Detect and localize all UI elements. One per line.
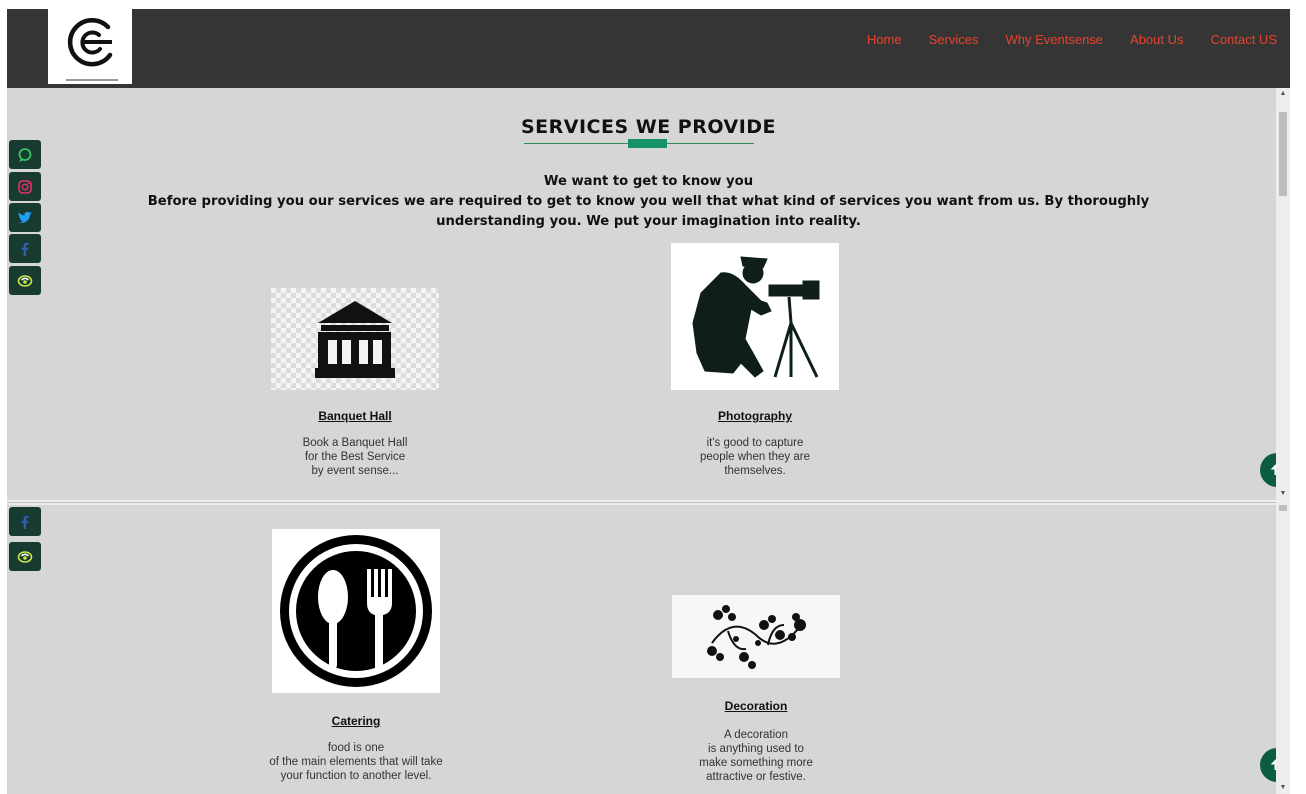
catering-description: food is one of the main elements that wi… xyxy=(269,742,443,782)
eventsense-logo[interactable] xyxy=(48,9,132,84)
whatsapp-button[interactable] xyxy=(9,140,41,169)
instagram-button[interactable] xyxy=(9,172,41,201)
twitter-button[interactable] xyxy=(9,203,41,232)
scrollbar-thumb[interactable] xyxy=(1279,112,1287,196)
twitter-icon xyxy=(18,211,32,224)
catering-title[interactable]: Catering xyxy=(246,714,466,728)
facebook-icon xyxy=(21,515,29,529)
intro-body: Before providing you our services we are… xyxy=(147,194,1150,229)
scrollbar[interactable]: ▲ ▼ xyxy=(1276,88,1290,500)
phone-button[interactable] xyxy=(9,266,41,295)
catering-image xyxy=(272,529,440,693)
section-title: SERVICES WE PROVIDE xyxy=(520,116,777,138)
nav-about-us[interactable]: About Us xyxy=(1130,32,1183,47)
main-nav: Home Services Why Eventsense About Us Co… xyxy=(840,32,1290,47)
services-intro: We want to get to know you Before provid… xyxy=(127,172,1170,232)
instagram-icon xyxy=(18,180,32,194)
banquet-hall-title[interactable]: Banquet Hall xyxy=(245,409,465,423)
phone-icon xyxy=(17,551,33,563)
nav-services[interactable]: Services xyxy=(929,32,979,47)
scroll-down-arrow-2[interactable]: ▼ xyxy=(1276,782,1290,794)
scrollbar-2[interactable]: ▼ xyxy=(1276,505,1290,794)
banquet-hall-description: Book a Banquet Hall for the Best Service… xyxy=(302,437,408,477)
whatsapp-icon xyxy=(18,148,32,162)
phone-icon xyxy=(17,275,33,287)
nav-contact-us[interactable]: Contact US xyxy=(1211,32,1277,47)
banquet-hall-image xyxy=(271,288,439,390)
navbar: Home Services Why Eventsense About Us Co… xyxy=(7,9,1290,88)
facebook-button[interactable] xyxy=(9,234,41,263)
services-frame-bottom: Catering food is one of the main element… xyxy=(7,505,1290,794)
decoration-title[interactable]: Decoration xyxy=(646,699,866,713)
scrollbar-thumb-2[interactable] xyxy=(1279,505,1287,511)
decoration-description: A decoration is anything used to make so… xyxy=(699,729,813,783)
spoon-fork-icon xyxy=(280,535,432,687)
scroll-down-arrow[interactable]: ▼ xyxy=(1276,488,1290,500)
decoration-image xyxy=(672,595,840,678)
scroll-up-arrow[interactable]: ▲ xyxy=(1276,88,1290,100)
phone-button-2[interactable] xyxy=(9,542,41,571)
nav-why-eventsense[interactable]: Why Eventsense xyxy=(1005,32,1103,47)
facebook-icon xyxy=(21,242,29,256)
photography-image xyxy=(671,243,839,390)
title-accent-bar xyxy=(628,139,667,148)
bank-building-icon xyxy=(315,301,395,378)
facebook-button-2[interactable] xyxy=(9,507,41,536)
photography-title[interactable]: Photography xyxy=(645,409,865,423)
photographer-silhouette-icon xyxy=(692,256,820,378)
intro-heading: We want to get to know you xyxy=(543,174,754,189)
floral-ornament-icon xyxy=(707,605,806,669)
services-frame-top: Home Services Why Eventsense About Us Co… xyxy=(7,9,1290,500)
photography-description: it's good to capture people when they ar… xyxy=(700,437,810,477)
nav-home[interactable]: Home xyxy=(867,32,902,47)
